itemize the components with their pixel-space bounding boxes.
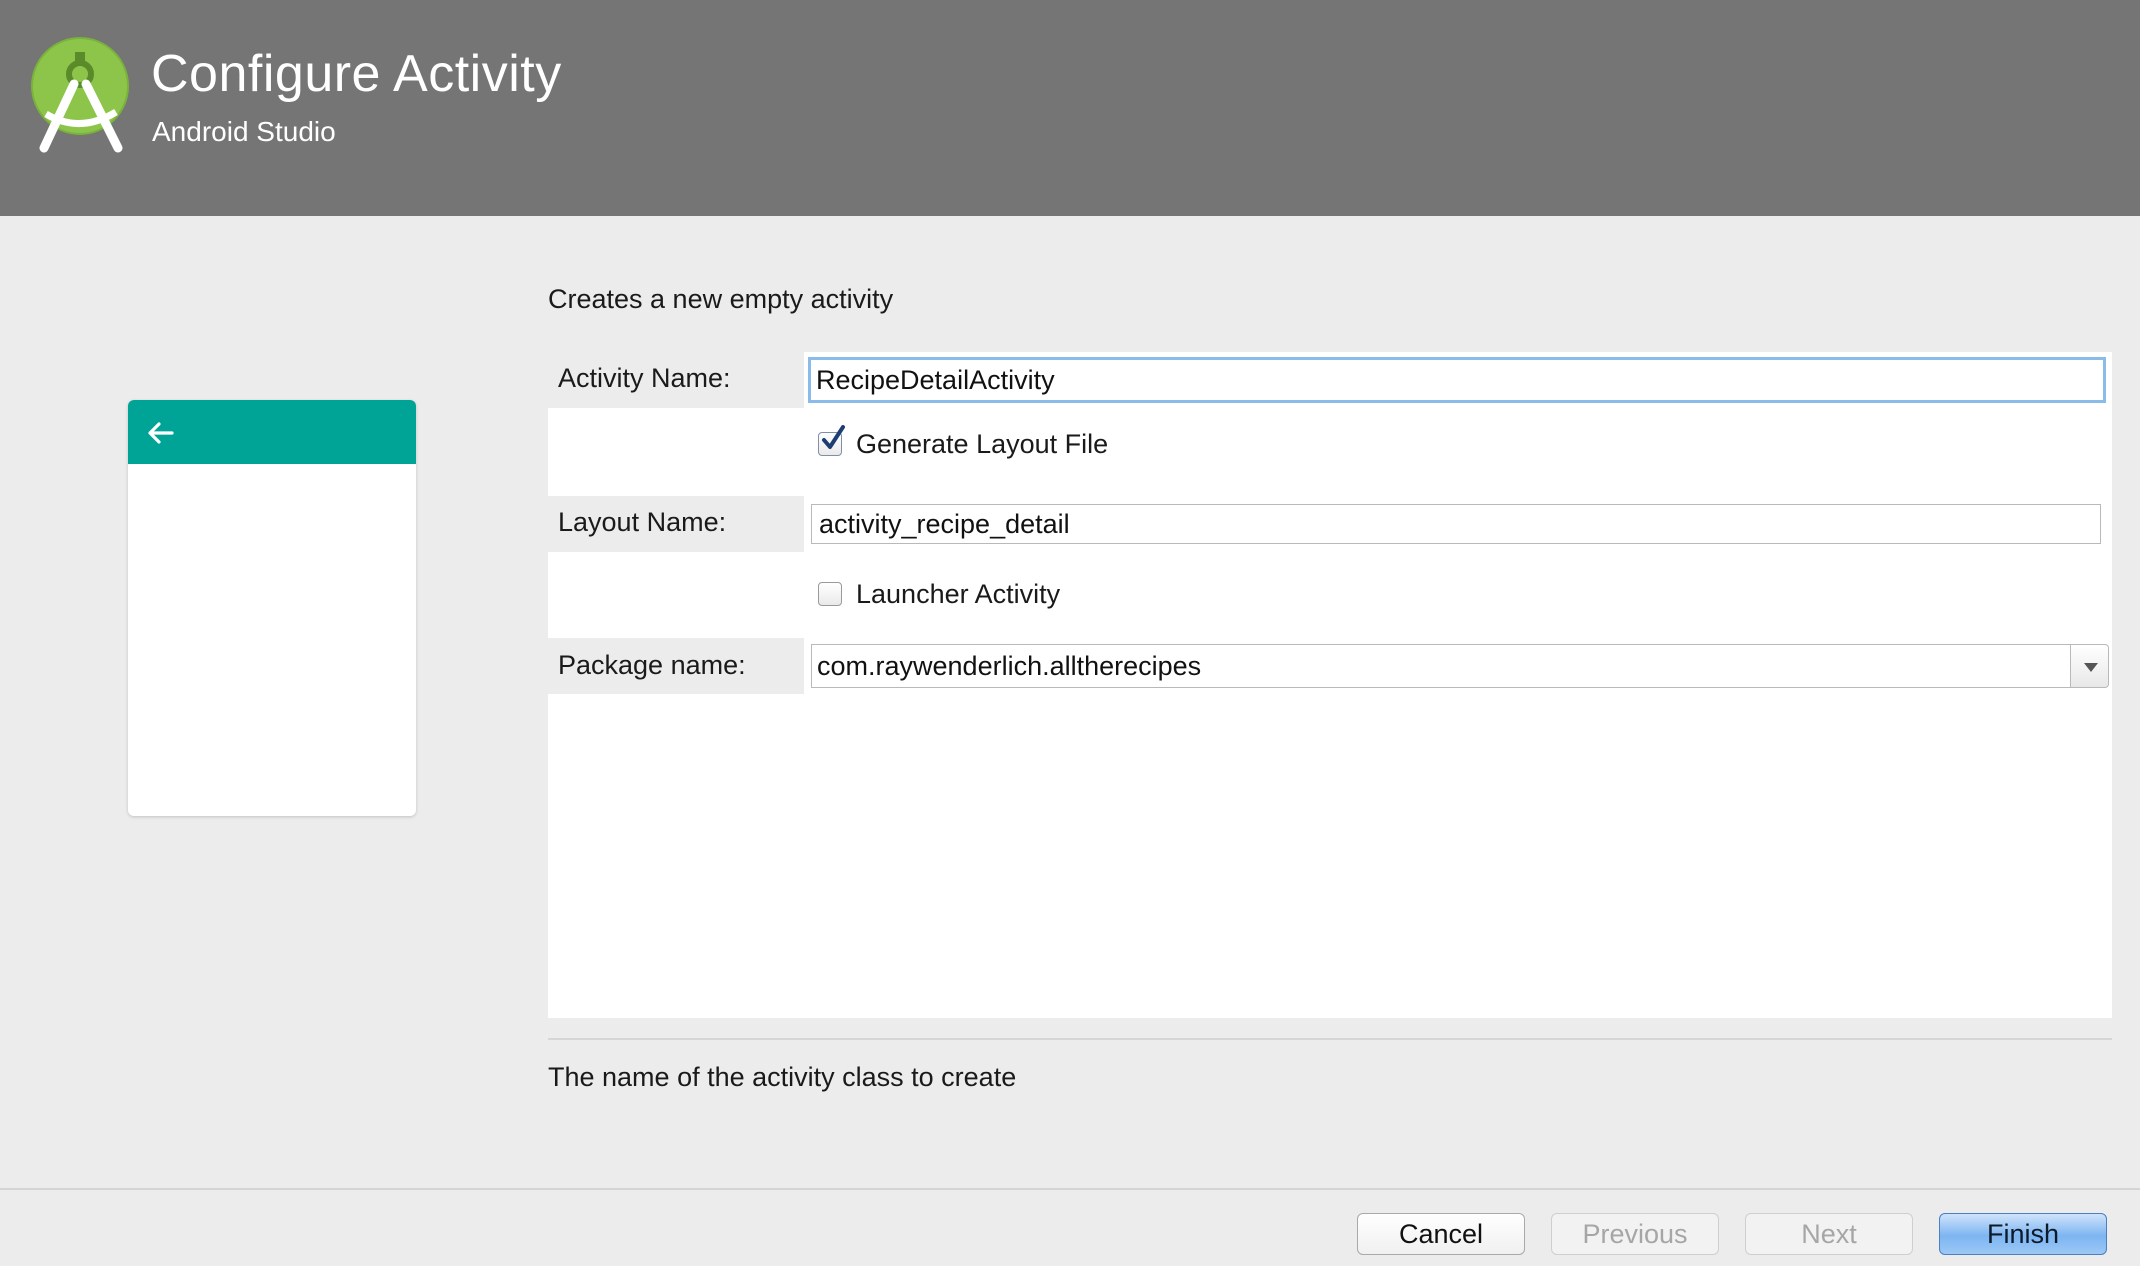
launcher-activity-checkbox[interactable] xyxy=(818,582,842,606)
launcher-activity-label: Launcher Activity xyxy=(856,578,1061,609)
launcher-activity-checkbox-row[interactable]: Launcher Activity xyxy=(818,574,1060,614)
package-name-input[interactable] xyxy=(811,644,2071,688)
preview-toolbar xyxy=(128,400,416,464)
wizard-subtitle: Android Studio xyxy=(152,116,336,147)
generate-layout-row: Generate Layout File xyxy=(548,408,2112,496)
separator xyxy=(548,1038,2112,1040)
layout-name-row: Layout Name: xyxy=(548,496,2112,552)
android-studio-logo-icon xyxy=(31,37,129,153)
layout-name-input[interactable] xyxy=(811,504,2101,544)
activity-name-label: Activity Name: xyxy=(558,363,731,393)
cancel-button[interactable]: Cancel xyxy=(1357,1213,1525,1255)
generate-layout-label: Generate Layout File xyxy=(856,428,1109,459)
activity-name-input[interactable] xyxy=(808,357,2106,403)
package-name-label: Package name: xyxy=(558,650,746,680)
finish-button[interactable]: Finish xyxy=(1939,1213,2107,1255)
activity-name-row: Activity Name: xyxy=(548,352,2112,408)
wizard-header: Configure Activity Android Studio xyxy=(0,0,2140,216)
package-name-combo[interactable] xyxy=(811,644,2111,688)
launcher-activity-row: Launcher Activity xyxy=(548,552,2112,638)
generate-layout-checkbox-row[interactable]: Generate Layout File xyxy=(818,424,1108,464)
previous-button[interactable]: Previous xyxy=(1551,1213,1719,1255)
activity-form: Activity Name: Generate Layout File Layo… xyxy=(548,352,2112,1018)
arrow-left-icon xyxy=(148,422,174,444)
template-description: Creates a new empty activity xyxy=(548,284,894,314)
field-hint: The name of the activity class to create xyxy=(548,1062,1017,1092)
activity-preview xyxy=(128,400,416,816)
checkmark-icon xyxy=(822,425,845,449)
package-name-row: Package name: xyxy=(548,638,2112,694)
next-button[interactable]: Next xyxy=(1745,1213,1913,1255)
layout-name-label: Layout Name: xyxy=(558,507,727,537)
wizard-title: Configure Activity xyxy=(151,45,562,103)
chevron-down-icon[interactable] xyxy=(2071,644,2109,688)
footer-separator xyxy=(0,1188,2140,1190)
generate-layout-checkbox[interactable] xyxy=(818,425,845,456)
